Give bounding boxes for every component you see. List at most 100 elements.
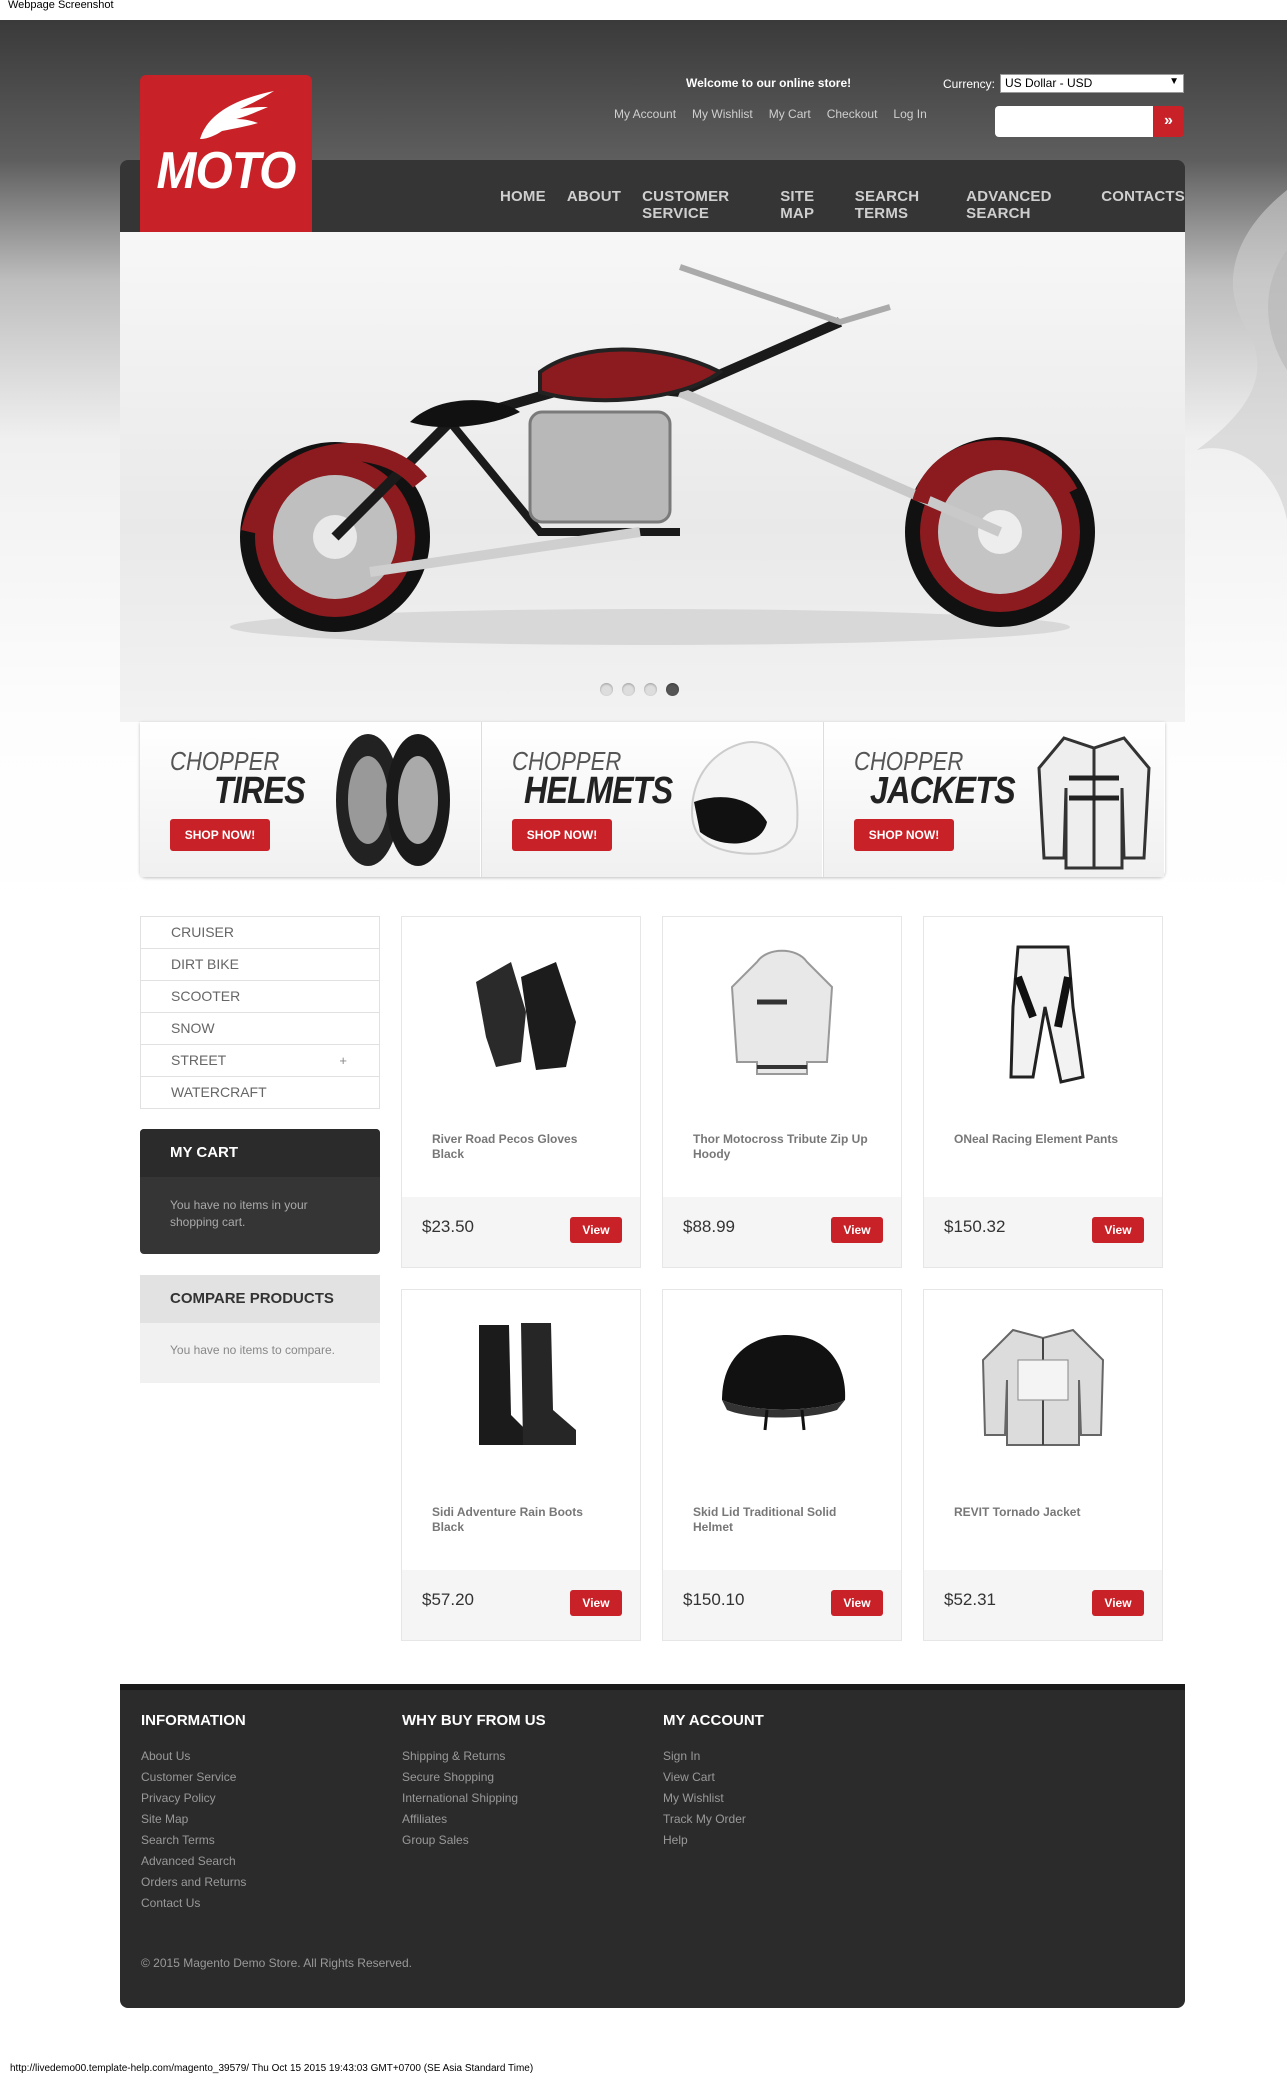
product-footer: $150.10 View <box>663 1570 901 1640</box>
my-cart-title: MY CART <box>140 1129 380 1177</box>
footer-link[interactable]: Privacy Policy <box>141 1788 246 1809</box>
banner-helmets[interactable]: CHOPPER HELMETS SHOP NOW! <box>481 722 822 877</box>
footer-link[interactable]: Track My Order <box>663 1809 764 1830</box>
shop-now-button[interactable]: SHOP NOW! <box>854 819 954 851</box>
footer-link[interactable]: Contact Us <box>141 1893 246 1914</box>
footer-link[interactable]: International Shipping <box>402 1788 546 1809</box>
product-footer: $23.50 View <box>402 1197 640 1267</box>
view-button[interactable]: View <box>1092 1590 1144 1616</box>
nav-site-map[interactable]: SITE MAP <box>780 188 834 222</box>
footer-link[interactable]: Search Terms <box>141 1830 246 1851</box>
footer-link[interactable]: Help <box>663 1830 764 1851</box>
product-price: $23.50 <box>422 1217 474 1236</box>
copyright-text: © 2015 Magento Demo Store. All Rights Re… <box>141 1956 412 1970</box>
product-card[interactable]: ONeal Racing Element Pants $150.32 View <box>923 916 1163 1268</box>
category-item-snow[interactable]: SNOW <box>140 1013 380 1045</box>
logo-text: MOTO <box>156 142 297 200</box>
nav-contacts[interactable]: CONTACTS <box>1101 188 1185 222</box>
footer-link[interactable]: Site Map <box>141 1809 246 1830</box>
footer-link[interactable]: About Us <box>141 1746 246 1767</box>
shop-now-button[interactable]: SHOP NOW! <box>170 819 270 851</box>
jacket-banner-icon <box>1037 736 1151 870</box>
nav-about[interactable]: ABOUT <box>567 188 621 222</box>
link-checkout[interactable]: Checkout <box>827 107 878 121</box>
category-label: CRUISER <box>171 924 235 940</box>
product-image[interactable] <box>402 937 640 1087</box>
product-image[interactable] <box>663 1310 901 1460</box>
link-my-cart[interactable]: My Cart <box>769 107 811 121</box>
link-log-in[interactable]: Log In <box>893 107 926 121</box>
category-label: WATERCRAFT <box>171 1084 267 1100</box>
motorcycle-image <box>230 264 1095 645</box>
product-name[interactable]: Thor Motocross Tribute Zip Up Hoody <box>693 1132 873 1162</box>
slider-dot[interactable] <box>622 683 635 696</box>
currency-select[interactable]: US Dollar - USD ▼ <box>1000 74 1184 93</box>
banner-tires[interactable]: CHOPPER TIRES SHOP NOW! <box>140 722 480 877</box>
slider-dot-active[interactable] <box>666 683 679 696</box>
footer-link[interactable]: Sign In <box>663 1746 764 1767</box>
currency-label: Currency: <box>943 77 996 91</box>
category-item-watercraft[interactable]: WATERCRAFT <box>140 1077 380 1109</box>
product-card[interactable]: REVIT Tornado Jacket $52.31 View <box>923 1289 1163 1641</box>
category-item-street[interactable]: STREET + <box>140 1045 380 1077</box>
footer-link[interactable]: Secure Shopping <box>402 1767 546 1788</box>
site-logo[interactable]: MOTO <box>140 75 312 232</box>
footer-link[interactable]: Advanced Search <box>141 1851 246 1872</box>
product-name[interactable]: ONeal Racing Element Pants <box>954 1132 1134 1147</box>
product-name[interactable]: Sidi Adventure Rain Boots Black <box>432 1505 612 1535</box>
shop-now-button[interactable]: SHOP NOW! <box>512 819 612 851</box>
nav-advanced-search[interactable]: ADVANCED SEARCH <box>966 188 1080 222</box>
nav-home[interactable]: HOME <box>500 188 546 222</box>
view-button[interactable]: View <box>831 1590 883 1616</box>
footer-link[interactable]: Group Sales <box>402 1830 546 1851</box>
gloves-icon <box>476 962 576 1070</box>
view-button[interactable]: View <box>831 1217 883 1243</box>
category-label: SCOOTER <box>171 988 241 1004</box>
footer-link[interactable]: Customer Service <box>141 1767 246 1788</box>
view-button[interactable]: View <box>1092 1217 1144 1243</box>
product-price: $52.31 <box>944 1590 996 1609</box>
category-item-dirt-bike[interactable]: DIRT BIKE <box>140 949 380 981</box>
footer-column-why-buy: WHY BUY FROM US Shipping & Returns Secur… <box>402 1712 546 1851</box>
category-label: SNOW <box>171 1020 215 1036</box>
tires-icon <box>336 734 450 866</box>
hoody-icon <box>730 949 834 1075</box>
link-my-wishlist[interactable]: My Wishlist <box>692 107 753 121</box>
footer-link[interactable]: Affiliates <box>402 1809 546 1830</box>
product-name[interactable]: Skid Lid Traditional Solid Helmet <box>693 1505 873 1535</box>
site-footer: INFORMATION About Us Customer Service Pr… <box>120 1684 1185 2008</box>
footer-link[interactable]: My Wishlist <box>663 1788 764 1809</box>
compare-products-empty-text: You have no items to compare. <box>170 1343 335 1357</box>
banner-jackets[interactable]: CHOPPER JACKETS SHOP NOW! <box>823 722 1164 877</box>
footer-link[interactable]: View Cart <box>663 1767 764 1788</box>
search-button[interactable]: » <box>1153 106 1184 137</box>
compare-products-title: COMPARE PRODUCTS <box>140 1275 380 1323</box>
product-image[interactable] <box>924 937 1162 1087</box>
link-my-account[interactable]: My Account <box>614 107 676 121</box>
search-input[interactable] <box>995 106 1153 137</box>
slider-dot[interactable] <box>600 683 613 696</box>
view-button[interactable]: View <box>570 1217 622 1243</box>
view-button[interactable]: View <box>570 1590 622 1616</box>
product-image[interactable] <box>663 937 901 1087</box>
product-card[interactable]: River Road Pecos Gloves Black $23.50 Vie… <box>401 916 641 1268</box>
footer-link[interactable]: Shipping & Returns <box>402 1746 546 1767</box>
product-card[interactable]: Skid Lid Traditional Solid Helmet $150.1… <box>662 1289 902 1641</box>
category-item-scooter[interactable]: SCOOTER <box>140 981 380 1013</box>
product-price: $150.32 <box>944 1217 1006 1236</box>
footer-link[interactable]: Orders and Returns <box>141 1872 246 1893</box>
nav-search-terms[interactable]: SEARCH TERMS <box>855 188 945 222</box>
product-card[interactable]: Sidi Adventure Rain Boots Black $57.20 V… <box>401 1289 641 1641</box>
welcome-message: Welcome to our online store! <box>686 76 852 90</box>
product-image[interactable] <box>402 1310 640 1460</box>
product-image[interactable] <box>924 1310 1162 1460</box>
nav-customer-service[interactable]: CUSTOMER SERVICE <box>642 188 759 222</box>
category-label: DIRT BIKE <box>171 956 239 972</box>
product-name[interactable]: REVIT Tornado Jacket <box>954 1505 1134 1520</box>
product-card[interactable]: Thor Motocross Tribute Zip Up Hoody $88.… <box>662 916 902 1268</box>
compare-products-block: COMPARE PRODUCTS You have no items to co… <box>140 1275 380 1383</box>
category-item-cruiser[interactable]: CRUISER <box>140 916 380 949</box>
expand-plus-icon[interactable]: + <box>339 1045 347 1076</box>
product-name[interactable]: River Road Pecos Gloves Black <box>432 1132 612 1162</box>
slider-dot[interactable] <box>644 683 657 696</box>
